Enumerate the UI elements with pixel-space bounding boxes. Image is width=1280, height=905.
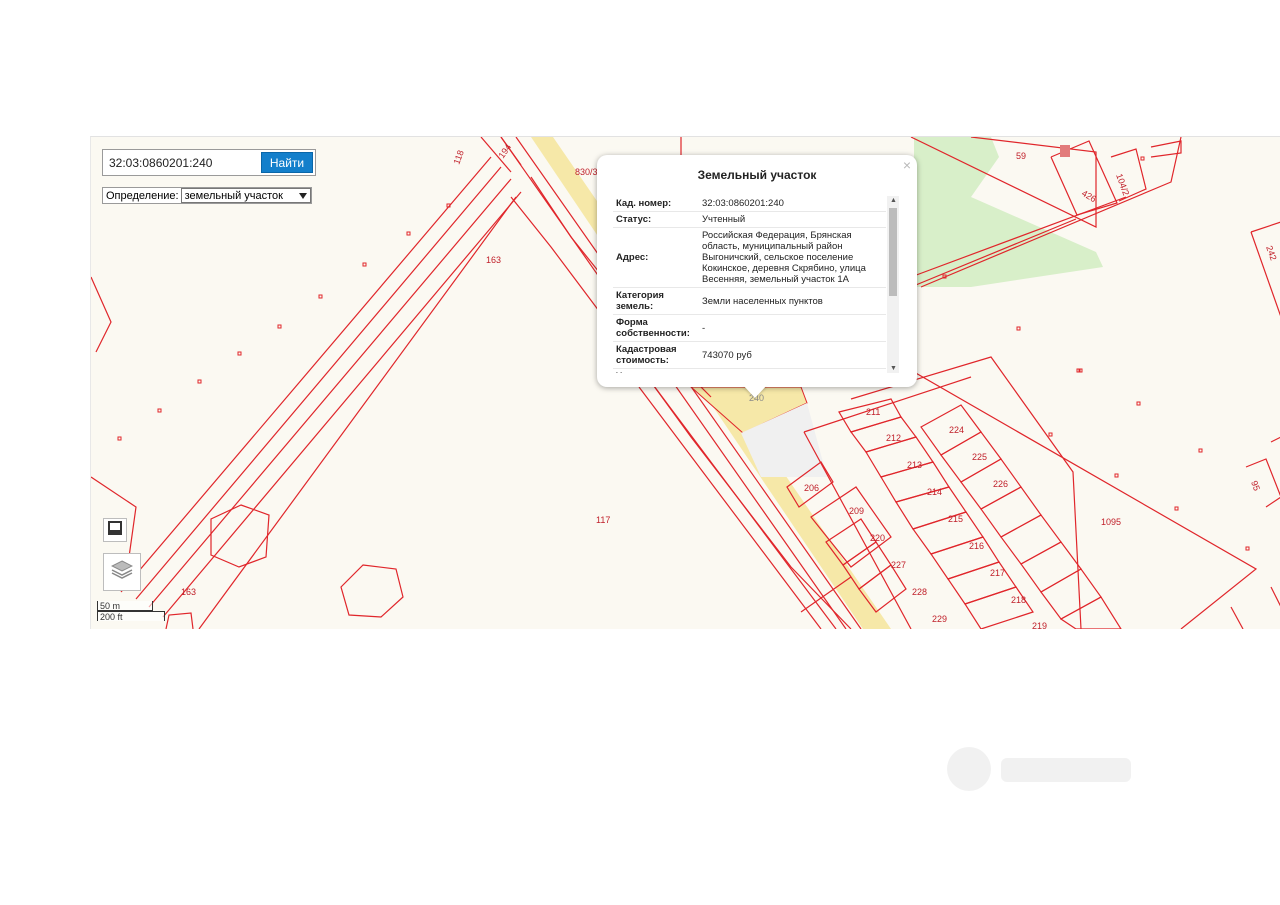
map-label: 213 (907, 460, 922, 470)
search-box: Найти (102, 149, 316, 176)
map-label: 95 (1249, 479, 1262, 492)
info-value: 743070 руб (699, 341, 886, 369)
popup-scrollbar[interactable]: ▲ ▼ (887, 196, 899, 373)
scale-bar: 50 m 200 ft (97, 601, 165, 622)
table-row: Уточненная (613, 368, 886, 373)
map-label: 209 (849, 506, 864, 516)
info-key: Адрес: (613, 227, 699, 288)
basemap-button[interactable] (103, 518, 127, 542)
scroll-down-icon[interactable]: ▼ (890, 365, 897, 372)
info-key: Форма собственности: (613, 314, 699, 342)
map-label: 163 (181, 587, 196, 597)
info-key: Уточненная (613, 368, 699, 373)
definition-row: Определение: земельный участок (102, 187, 312, 204)
cadastral-map[interactable]: 118 194 830/3 59 426 104/2 242 163 163 1… (90, 136, 1280, 629)
map-label: 227 (891, 560, 906, 570)
map-label: 1095 (1101, 517, 1121, 527)
map-label: 426 (1080, 188, 1098, 204)
layers-button[interactable] (103, 553, 141, 591)
info-value (699, 368, 886, 373)
popup-body[interactable]: Кад. номер: 32:03:0860201:240 Статус: Уч… (613, 196, 899, 373)
map-label: 229 (932, 614, 947, 624)
building-marker (1060, 145, 1070, 157)
scale-imperial: 200 ft (97, 611, 165, 622)
scrollbar-thumb[interactable] (889, 208, 897, 296)
parcel-info-table: Кад. номер: 32:03:0860201:240 Статус: Уч… (613, 196, 886, 373)
map-label: 59 (1016, 151, 1026, 161)
definition-selected: земельный участок (184, 189, 283, 202)
map-label: 214 (927, 487, 942, 497)
map-label: 220 (870, 533, 885, 543)
map-label: 118 (451, 149, 465, 166)
chevron-down-icon (298, 190, 307, 202)
map-label: 216 (969, 541, 984, 551)
map-label: 211 (866, 407, 880, 417)
info-value: Российская Федерация, Брянская область, … (699, 227, 886, 288)
table-row: Форма собственности: - (613, 314, 886, 342)
map-label: 206 (804, 483, 819, 493)
map-label: 830/3 (575, 167, 598, 177)
parcel-info-popup: × Земельный участок Кад. номер: 32:03:08… (597, 155, 917, 398)
map-label: 226 (993, 479, 1008, 489)
table-row: Категория земель: Земли населенных пункт… (613, 287, 886, 315)
info-value: 32:03:0860201:240 (699, 196, 886, 212)
map-label: 212 (886, 433, 901, 443)
search-input[interactable] (105, 152, 258, 173)
info-key: Статус: (613, 211, 699, 228)
table-row: Кадастровая стоимость: 743070 руб (613, 341, 886, 369)
table-row: Статус: Учтенный (613, 211, 886, 228)
map-label: 215 (948, 514, 963, 524)
info-key: Кадастровая стоимость: (613, 341, 699, 369)
map-label: 104/2 (1114, 172, 1131, 197)
definition-select[interactable]: земельный участок (180, 188, 311, 203)
info-value: Учтенный (699, 211, 886, 228)
info-key: Кад. номер: (613, 196, 699, 212)
map-label: 219 (1032, 621, 1047, 629)
map-label: 242 (1264, 244, 1279, 262)
map-label: 117 (596, 515, 610, 525)
scroll-up-icon[interactable]: ▲ (890, 197, 897, 204)
popup-pointer (743, 385, 767, 398)
map-label: 163 (486, 255, 501, 265)
layers-icon (110, 559, 134, 585)
info-value: Земли населенных пунктов (699, 287, 886, 315)
scale-metric: 50 m (97, 601, 153, 611)
square-icon (108, 520, 122, 540)
popup-title: Земельный участок (697, 168, 817, 182)
info-value: - (699, 314, 886, 342)
definition-label: Определение: (106, 189, 179, 202)
map-label: 225 (972, 452, 987, 462)
map-label: 217 (990, 568, 1005, 578)
watermark-logo (943, 738, 1133, 800)
info-key: Категория земель: (613, 287, 699, 315)
table-row: Адрес: Российская Федерация, Брянская об… (613, 227, 886, 288)
map-label: 228 (912, 587, 927, 597)
find-button[interactable]: Найти (261, 152, 313, 173)
map-label: 218 (1011, 595, 1026, 605)
map-label: 224 (949, 425, 964, 435)
table-row: Кад. номер: 32:03:0860201:240 (613, 196, 886, 212)
